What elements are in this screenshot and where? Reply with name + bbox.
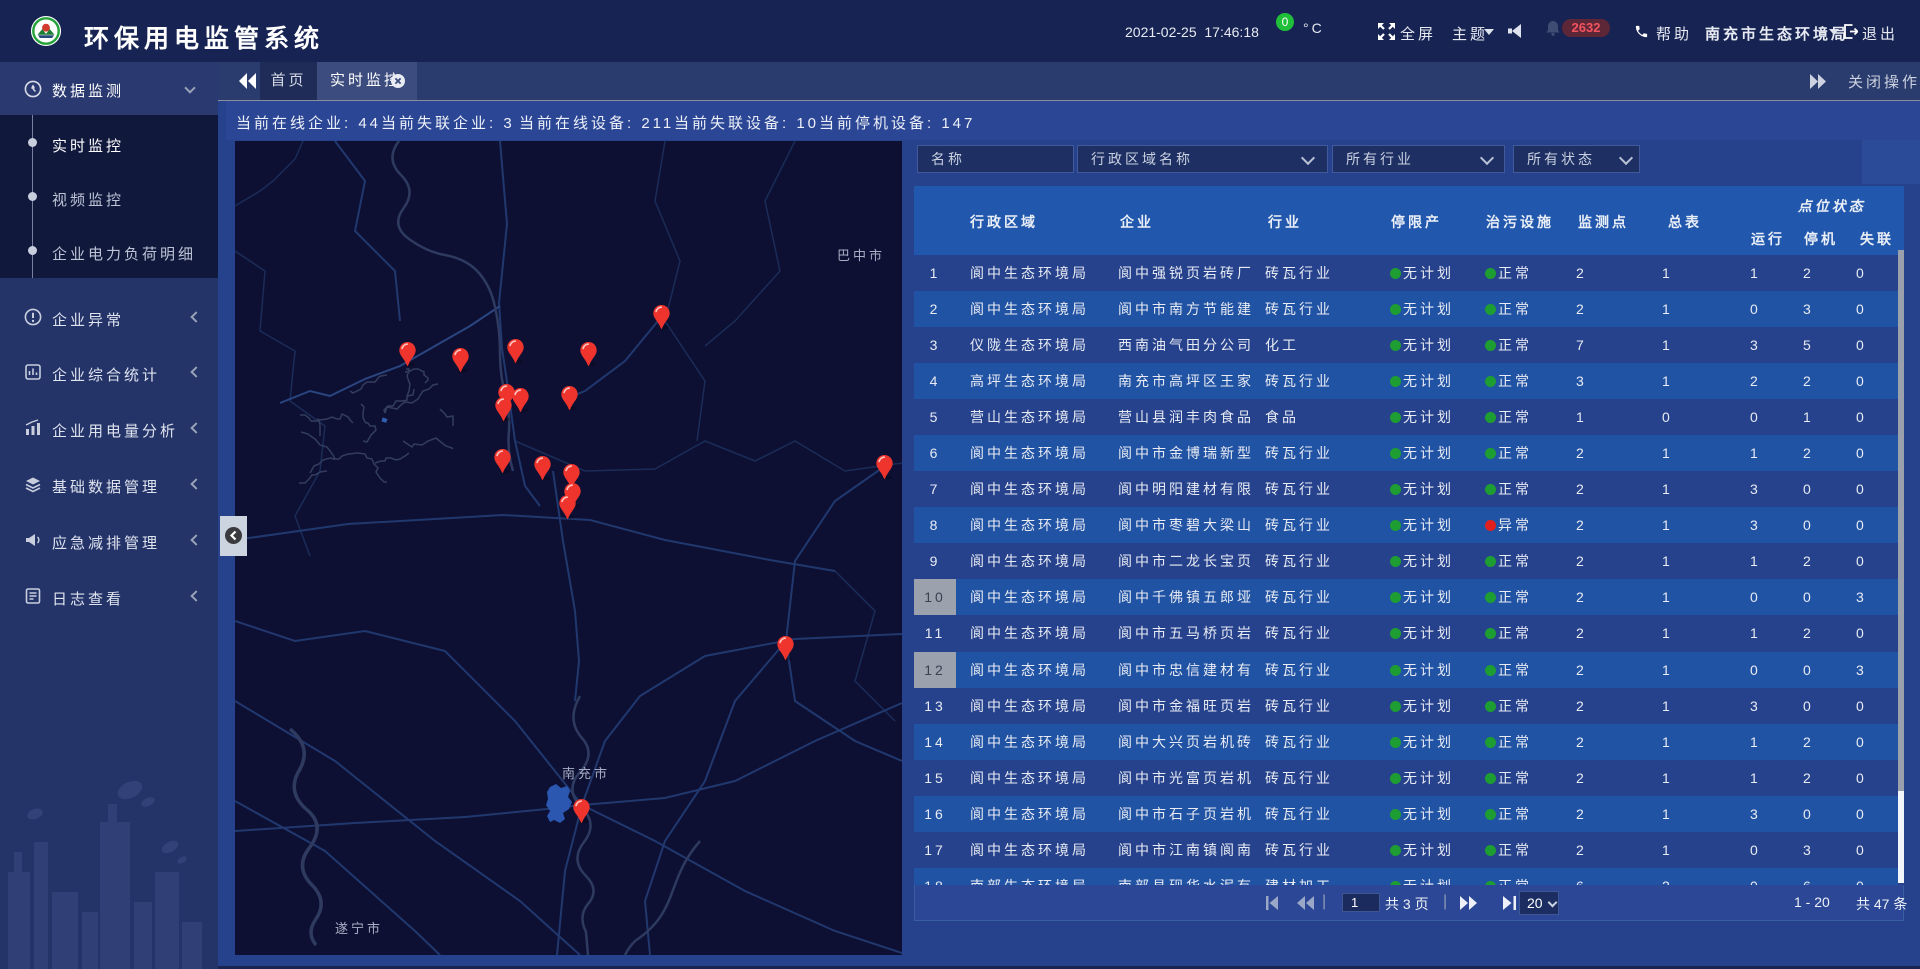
svg-text:遂宁市: 遂宁市 (335, 921, 383, 936)
svg-text:南充市: 南充市 (562, 766, 610, 781)
svg-text:巴中市: 巴中市 (837, 248, 885, 263)
